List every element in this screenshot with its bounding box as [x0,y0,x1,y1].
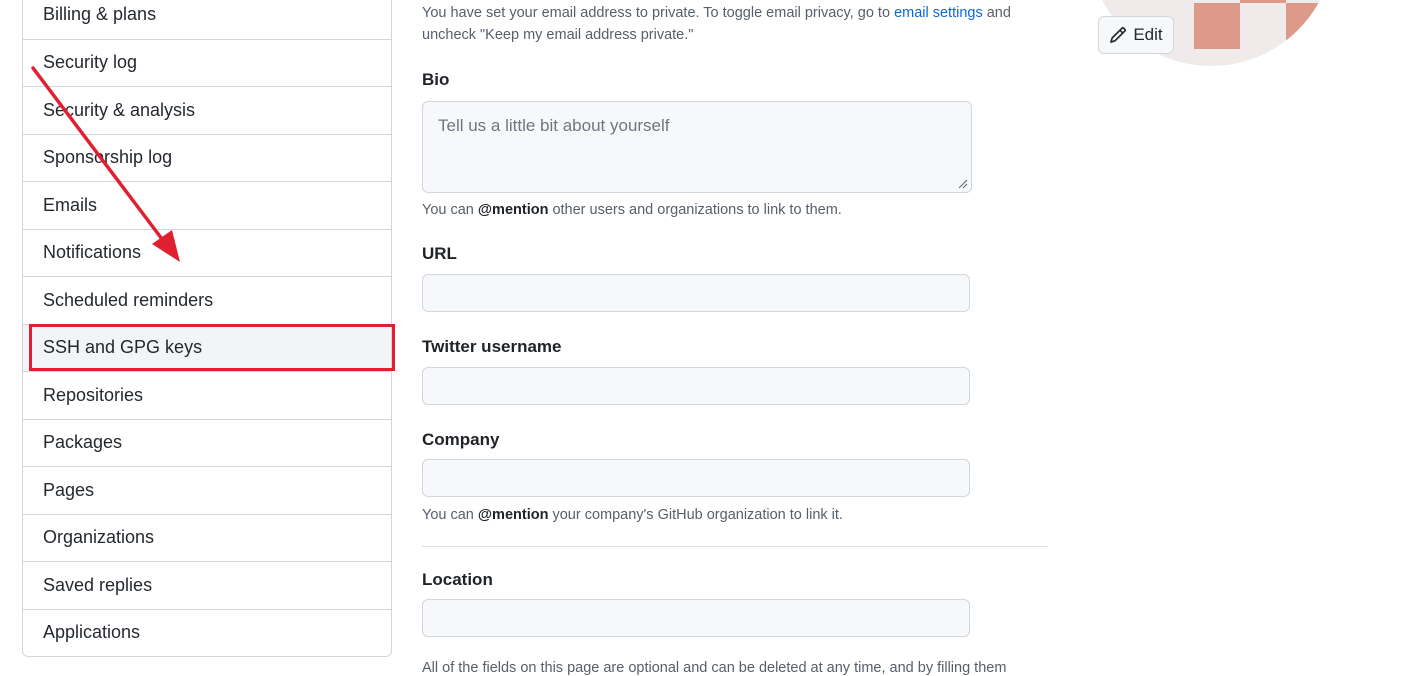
edit-label: Edit [1133,25,1163,44]
sidebar-item-repositories[interactable]: Repositories [23,371,391,419]
bio-textarea[interactable]: Tell us a little bit about yourself [422,101,972,193]
bio-help-text: You can @mention other users and organiz… [422,202,842,218]
edit-avatar-button[interactable]: Edit [1098,16,1174,54]
settings-sidebar: Billing & plans Security log Security & … [22,0,392,657]
sidebar-item-pages[interactable]: Pages [23,466,391,514]
sidebar-item-sponsorship-log[interactable]: Sponsorship log [23,133,391,182]
bio-placeholder: Tell us a little bit about yourself [438,116,670,135]
sidebar-item-security-log[interactable]: Security log [23,38,391,87]
sidebar-item-packages[interactable]: Packages [23,418,391,467]
sidebar-item-applications[interactable]: Applications [23,608,391,657]
url-label: URL [422,244,457,263]
sidebar-item-notifications[interactable]: Notifications [23,228,391,277]
optional-fields-note: All of the fields on this page are optio… [422,660,1007,676]
location-label: Location [422,570,493,589]
bio-label: Bio [422,70,450,89]
resize-handle-icon[interactable] [958,179,968,189]
twitter-input[interactable] [422,367,970,405]
email-privacy-note: You have set your email address to priva… [422,5,1011,43]
location-input[interactable] [422,599,970,637]
sidebar-item-ssh-gpg-keys[interactable]: SSH and GPG keys [23,323,391,371]
sidebar-item-scheduled-reminders[interactable]: Scheduled reminders [23,276,391,324]
pencil-icon [1110,27,1127,43]
section-divider [422,546,1048,547]
sidebar-item-security-analysis[interactable]: Security & analysis [23,86,391,134]
company-help-text: You can @mention your company's GitHub o… [422,507,843,523]
url-input[interactable] [422,274,970,312]
twitter-label: Twitter username [422,337,562,356]
sidebar-item-emails[interactable]: Emails [23,181,391,229]
sidebar-item-saved-replies[interactable]: Saved replies [23,561,391,609]
company-input[interactable] [422,459,970,497]
sidebar-item-billing[interactable]: Billing & plans [23,0,391,39]
company-label: Company [422,430,500,449]
email-settings-link[interactable]: email settings [894,5,983,21]
sidebar-item-organizations[interactable]: Organizations [23,513,391,562]
